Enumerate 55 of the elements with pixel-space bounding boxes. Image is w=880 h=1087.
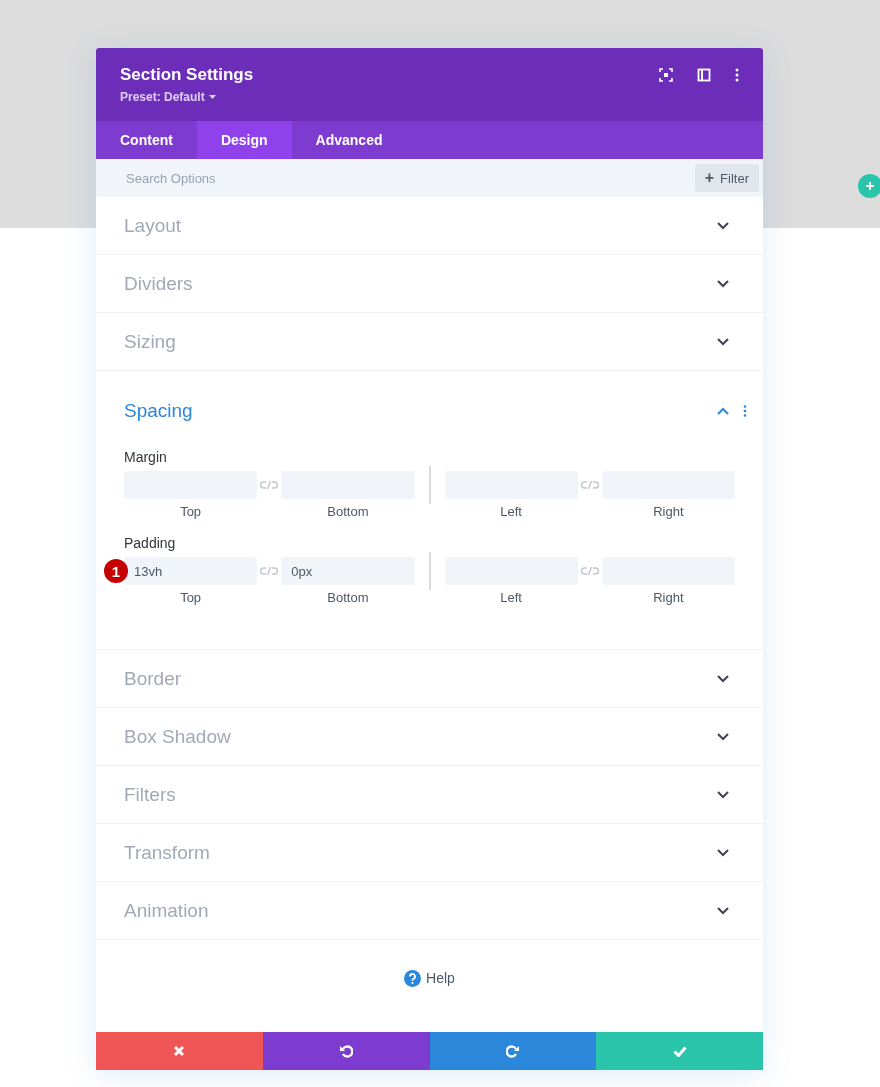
link-icon[interactable]: [260, 480, 279, 490]
undo-icon: [339, 1044, 354, 1058]
chevron-up-icon[interactable]: [717, 407, 729, 415]
chevron-down-icon[interactable]: [717, 848, 729, 857]
section-title[interactable]: Layout: [124, 214, 182, 237]
field-label: Top: [180, 504, 202, 519]
chevron-down-icon[interactable]: [717, 221, 729, 230]
field-label: Bottom: [327, 504, 369, 519]
close-icon: [173, 1045, 186, 1057]
field-group-label: Padding: [124, 535, 177, 551]
field-label: Left: [500, 590, 522, 605]
field-label: Left: [500, 504, 522, 519]
field-label: Bottom: [327, 590, 369, 605]
undo-button[interactable]: [262, 1032, 430, 1070]
check-icon: [672, 1045, 687, 1057]
section-title[interactable]: Border: [124, 667, 182, 690]
help-link[interactable]: Help: [404, 968, 455, 988]
filter-button[interactable]: + Filter: [694, 164, 759, 192]
link-icon[interactable]: [580, 480, 599, 490]
chevron-down-icon[interactable]: [717, 279, 729, 288]
modal-title: Section Settings: [120, 65, 254, 85]
more-options-icon[interactable]: [735, 68, 739, 82]
input-field[interactable]: 13vh: [124, 557, 258, 585]
help-icon: [404, 969, 422, 987]
more-options-icon[interactable]: [743, 405, 747, 417]
field-label: Top: [180, 590, 202, 605]
sidebar-layout-icon[interactable]: [697, 68, 711, 82]
search-field[interactable]: Search Options: [124, 169, 428, 187]
section-title[interactable]: Spacing: [124, 400, 193, 422]
field-label: Right: [653, 504, 684, 519]
chevron-down-icon[interactable]: [717, 337, 729, 346]
plus-icon: [865, 181, 875, 191]
section-title[interactable]: Box Shadow: [124, 725, 231, 748]
fullscreen-icon[interactable]: [659, 68, 673, 82]
section-title[interactable]: Sizing: [124, 330, 176, 353]
tab[interactable]: Design: [196, 121, 292, 159]
redo-button[interactable]: [429, 1032, 597, 1070]
section-title[interactable]: Filters: [124, 783, 176, 806]
tab[interactable]: Content: [96, 121, 197, 159]
tab[interactable]: Advanced: [291, 121, 407, 159]
preset-dropdown[interactable]: Preset: Default: [120, 90, 216, 104]
chevron-down-icon[interactable]: [717, 790, 729, 799]
redo-icon: [505, 1044, 520, 1058]
chevron-down-icon[interactable]: [717, 674, 729, 683]
chevron-down-icon[interactable]: [717, 906, 729, 915]
section-title[interactable]: Animation: [124, 899, 209, 922]
chevron-down-icon[interactable]: [717, 732, 729, 741]
field-group-label: Margin: [124, 449, 168, 465]
section-title[interactable]: Dividers: [124, 272, 193, 295]
link-icon[interactable]: [260, 566, 279, 576]
link-icon[interactable]: [580, 566, 599, 576]
input-field[interactable]: 0px: [281, 557, 415, 585]
field-label: Right: [653, 590, 684, 605]
section-title[interactable]: Transform: [124, 841, 210, 864]
caret-icon: [208, 94, 216, 100]
